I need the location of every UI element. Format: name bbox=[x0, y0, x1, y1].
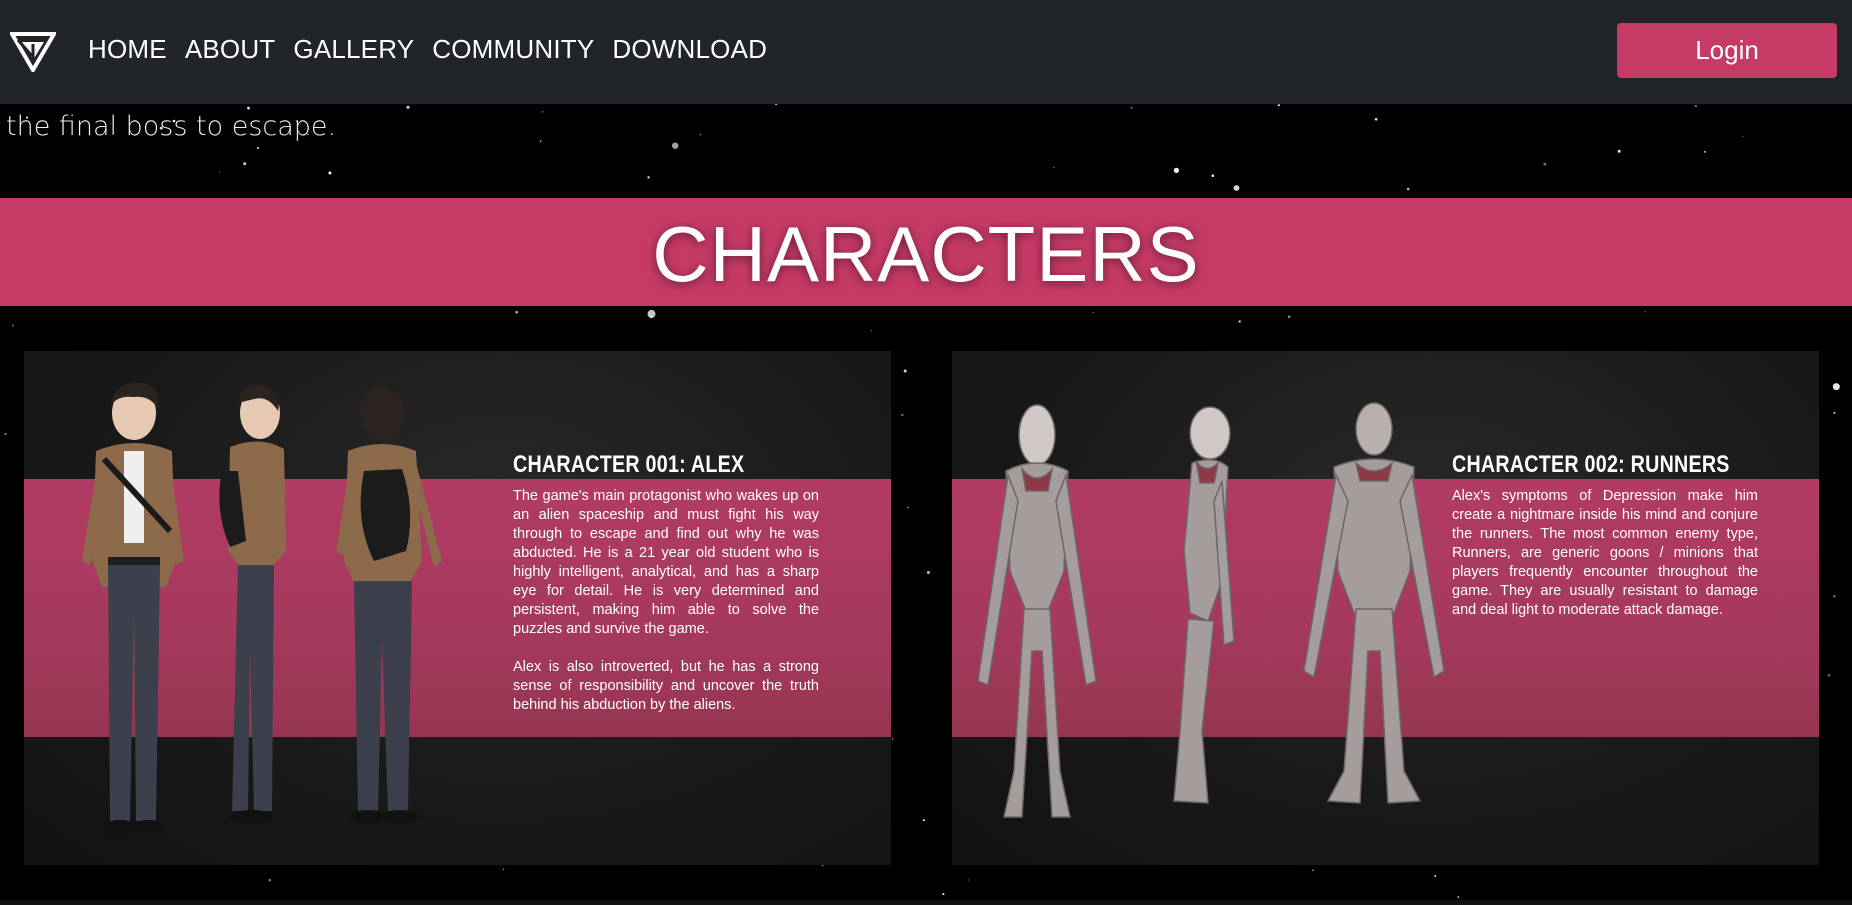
star bbox=[1406, 187, 1410, 191]
star bbox=[892, 738, 894, 740]
star bbox=[1233, 185, 1240, 191]
character-card-runners[interactable]: CHARACTER 002: RUNNERS Alex's symptoms o… bbox=[952, 351, 1819, 865]
stylized-triangle-logo-icon[interactable] bbox=[10, 30, 56, 72]
card-title-alex: CHARACTER 001: ALEX bbox=[513, 451, 745, 478]
star bbox=[968, 879, 970, 881]
intro-last-line: the final boss to escape. bbox=[6, 111, 337, 142]
star bbox=[647, 176, 650, 179]
alex-paragraph-1: The game's main protagonist who wakes up… bbox=[513, 488, 819, 637]
nav-community-link[interactable]: COMMUNITY bbox=[432, 34, 594, 65]
star bbox=[1053, 166, 1055, 169]
star bbox=[1238, 320, 1241, 323]
star bbox=[647, 309, 656, 318]
star bbox=[1312, 869, 1314, 872]
star bbox=[926, 571, 930, 574]
star bbox=[901, 413, 904, 417]
star bbox=[12, 324, 14, 327]
card-description-runners: Alex's symptoms of Depression make him c… bbox=[1452, 487, 1758, 620]
alex-paragraph-2: Alex is also introverted, but he has a s… bbox=[513, 659, 819, 713]
card-description-alex: The game's main protagonist who wakes up… bbox=[513, 487, 819, 715]
star bbox=[1543, 162, 1547, 166]
star bbox=[922, 819, 925, 822]
star bbox=[903, 369, 907, 373]
star bbox=[243, 162, 247, 166]
star bbox=[268, 878, 272, 882]
star bbox=[942, 893, 945, 896]
nav-about-link[interactable]: ABOUT bbox=[185, 34, 276, 65]
star bbox=[502, 868, 505, 870]
top-navbar: HOME ABOUT GALLERY COMMUNITY DOWNLOAD Lo… bbox=[0, 0, 1852, 104]
nav-links: HOME ABOUT GALLERY COMMUNITY DOWNLOAD bbox=[88, 34, 767, 65]
star bbox=[870, 330, 872, 332]
star bbox=[1827, 674, 1831, 677]
characters-heading: CHARACTERS bbox=[652, 209, 1200, 298]
login-button[interactable]: Login bbox=[1617, 23, 1837, 78]
star bbox=[219, 171, 221, 173]
star bbox=[907, 506, 909, 509]
star bbox=[1832, 383, 1840, 391]
character-card-alex[interactable]: CHARACTER 001: ALEX The game's main prot… bbox=[24, 351, 891, 865]
card-title-runners: CHARACTER 002: RUNNERS bbox=[1452, 451, 1730, 478]
star bbox=[1833, 595, 1836, 598]
star bbox=[515, 310, 518, 314]
runners-paragraph-1: Alex's symptoms of Depression make him c… bbox=[1452, 488, 1758, 618]
star bbox=[1287, 315, 1291, 319]
star bbox=[4, 432, 7, 436]
star bbox=[1173, 167, 1179, 173]
star bbox=[1211, 174, 1215, 177]
nav-gallery-link[interactable]: GALLERY bbox=[293, 34, 414, 65]
star bbox=[1457, 896, 1460, 899]
characters-banner: CHARACTERS bbox=[0, 198, 1852, 306]
nav-home-link[interactable]: HOME bbox=[88, 34, 167, 65]
runners-character-illustration bbox=[977, 402, 1445, 818]
star bbox=[328, 171, 332, 175]
alex-character-illustration bbox=[82, 382, 442, 834]
star bbox=[1833, 411, 1836, 414]
star bbox=[1434, 875, 1437, 877]
next-section-edge bbox=[0, 900, 1852, 905]
star bbox=[1644, 311, 1646, 313]
nav-download-link[interactable]: DOWNLOAD bbox=[612, 34, 767, 65]
star bbox=[1092, 311, 1094, 313]
